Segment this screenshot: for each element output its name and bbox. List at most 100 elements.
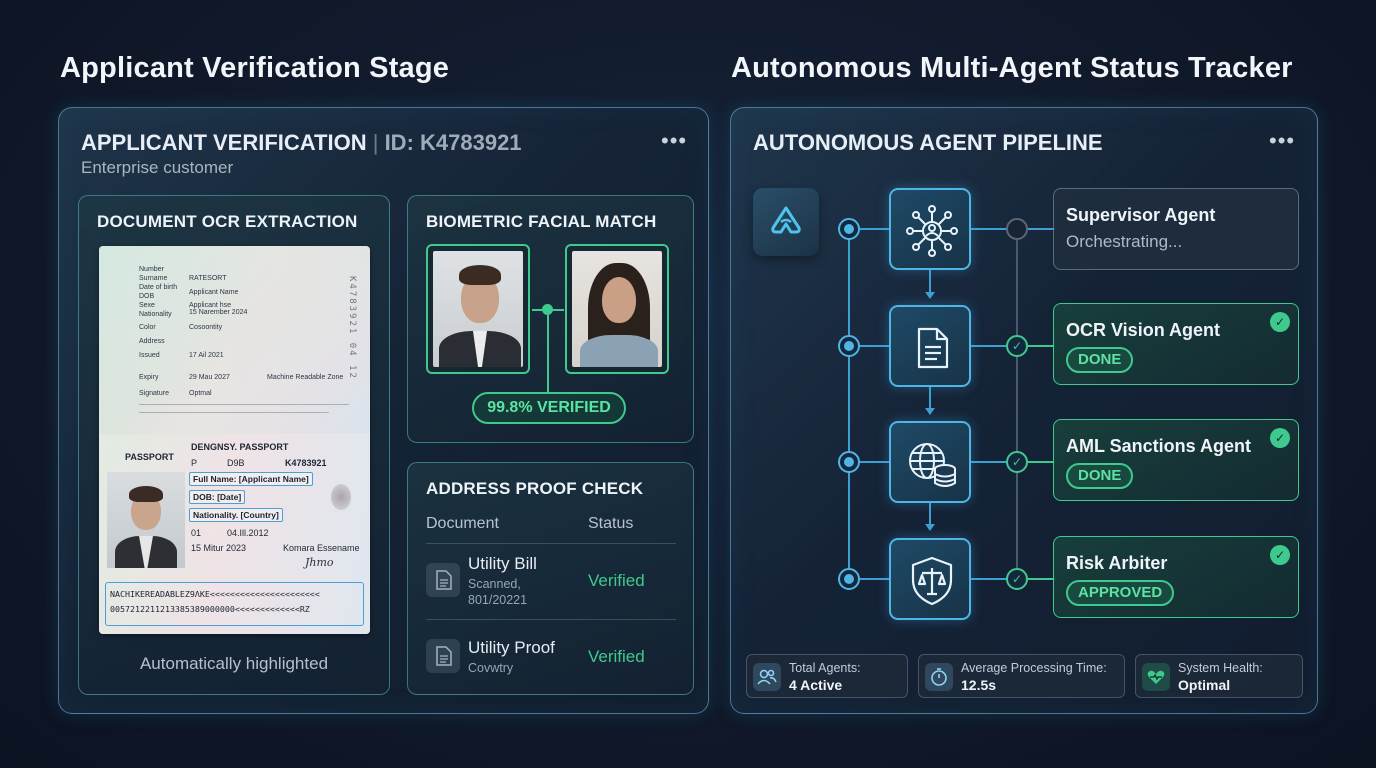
document-icon (426, 639, 460, 673)
network-user-icon (906, 205, 958, 257)
stat-processing-time: Average Processing Time: 12.5s (918, 654, 1125, 698)
portrait-face (602, 277, 636, 323)
passport-field-value: RATESORT (189, 275, 227, 282)
status-badge: APPROVED (1066, 580, 1175, 606)
passport-header: DENGNSY. PASSPORT (191, 442, 289, 452)
column-header-document: Document (426, 515, 499, 532)
stat-label: Total Agents: (789, 661, 861, 675)
ocr-caption: Automatically highlighted (139, 654, 329, 673)
divider (426, 619, 676, 620)
panel-subtitle: Enterprise customer (81, 158, 234, 177)
passport-field-label: Expiry (139, 374, 159, 381)
address-proof-card: ADDRESS PROOF CHECK Document Status Util… (407, 462, 694, 695)
agent-card-ocr-vision[interactable]: OCR Vision Agent DONE ✓ (1053, 303, 1299, 385)
passport-type-code: P (191, 458, 198, 468)
risk-arbiter-node[interactable] (889, 538, 971, 620)
passport-field-value: Applicant Name (189, 289, 239, 296)
highlight-nationality: Nationality. [Country] (189, 508, 283, 522)
passport-authority: Komara Essename (283, 543, 360, 553)
applicant-id: ID: K4783921 (384, 130, 522, 155)
stopwatch-icon (925, 663, 953, 691)
status-verified: Verified (588, 647, 645, 666)
health-heart-icon (1142, 663, 1170, 691)
column-header-status: Status (588, 515, 634, 532)
stat-system-health: System Health: Optimal (1135, 654, 1303, 698)
passport-text-line (139, 404, 349, 405)
users-icon (753, 663, 781, 691)
document-icon (426, 563, 460, 597)
passport-field-value: 17 Ail 2021 (189, 352, 224, 359)
passport-field-value: 15 Narember 2024 (189, 309, 248, 316)
document-name: Utility Proof (468, 638, 555, 657)
passport-text-line (139, 412, 329, 413)
passport-field-01: 01 (191, 528, 202, 538)
portrait-hair (129, 486, 163, 502)
check-circle-icon: ✓ (1270, 545, 1290, 565)
ghost-image (331, 484, 351, 510)
card-title: BIOMETRIC FACIAL MATCH (426, 212, 657, 231)
passport-field-value: Machine Readable Zone (267, 374, 344, 381)
check-icon: ✓ (1006, 568, 1028, 590)
agent-pipeline-panel: AUTONOMOUS AGENT PIPELINE ••• ✓ ✓ ✓ Supe… (730, 107, 1318, 714)
passport-field-label: DOB (139, 293, 155, 300)
match-connector (547, 315, 549, 393)
passport-field-label: Date of birth (139, 284, 178, 291)
biometric-facial-match-card: BIOMETRIC FACIAL MATCH 99.8% VERIFIED (407, 195, 694, 443)
pipeline-node-dot (838, 218, 860, 240)
stat-value: 12.5s (961, 677, 997, 693)
mrz-zone: NACHIKEREADABLEZ9ΛKE<<<<<<<<<<<<<<<<<<<<… (105, 582, 364, 626)
aml-sanctions-agent-node[interactable] (889, 421, 971, 503)
agent-card-supervisor[interactable]: Supervisor Agent Orchestrating... (1053, 188, 1299, 270)
panel-title: APPLICANT VERIFICATION (81, 130, 367, 155)
passport-type-label: PASSPORT (125, 452, 174, 462)
document-icon (917, 327, 949, 369)
check-circle-icon: ✓ (1270, 312, 1290, 332)
pipeline-node-dot (838, 568, 860, 590)
document-meta: 801/20221 (468, 593, 528, 607)
check-circle-icon: ✓ (1270, 428, 1290, 448)
status-verified: Verified (588, 571, 645, 590)
portrait-hair (459, 265, 501, 285)
right-stage-title: Autonomous Multi-Agent Status Tracker (731, 52, 1293, 84)
passport-image: Number Surname RATESORT Date of birth DO… (99, 246, 370, 634)
passport-photo (107, 472, 185, 568)
portrait-body (580, 335, 658, 367)
document-meta: Covwtry (468, 661, 514, 675)
passport-expiry-date: 15 Mitur 2023 (191, 543, 247, 553)
highlight-dob: DOB: [Date] (189, 490, 246, 504)
passport-field-value: Applicant hse (189, 302, 232, 309)
stat-value: Optimal (1178, 677, 1231, 693)
agent-name: AML Sanctions Agent (1066, 436, 1252, 456)
document-meta: Scanned, (468, 577, 521, 591)
passport-field-label: Surname (139, 275, 168, 282)
passport-field-value: Optmal (189, 390, 212, 397)
passport-dob-code: D9B (227, 458, 245, 468)
document-name: Utility Bill (468, 554, 537, 573)
passport-field-value: Cosoontity (189, 324, 223, 331)
stat-total-agents: Total Agents: 4 Active (746, 654, 908, 698)
agent-status: Orchestrating... (1066, 232, 1183, 251)
pipeline-node-dot (838, 451, 860, 473)
ocr-vision-agent-node[interactable] (889, 305, 971, 387)
passport-field-label: Address (139, 338, 165, 345)
agent-card-risk-arbiter[interactable]: Risk Arbiter APPROVED ✓ (1053, 536, 1299, 618)
agent-card-aml-sanctions[interactable]: AML Sanctions Agent DONE ✓ (1053, 419, 1299, 501)
passport-field-label: Issued (139, 352, 160, 359)
passport-field-value: 29 Mau 2027 (189, 374, 230, 381)
agent-name: Risk Arbiter (1066, 553, 1168, 573)
passport-field-label: Signature (139, 390, 169, 397)
supervisor-agent-node[interactable] (889, 188, 971, 270)
left-stage-title: Applicant Verification Stage (60, 52, 450, 84)
title-divider: | (372, 130, 379, 155)
mrz-line-1: NACHIKEREADABLEZ9ΛKE<<<<<<<<<<<<<<<<<<<<… (110, 589, 320, 599)
live-photo (565, 244, 669, 374)
panel-header: APPLICANT VERIFICATION | ID: K4783921 (81, 130, 522, 156)
card-title: DOCUMENT OCR EXTRACTION (97, 212, 358, 231)
stat-value: 4 Active (789, 677, 843, 693)
divider (426, 543, 676, 544)
document-ocr-card: DOCUMENT OCR EXTRACTION Number Surname R… (78, 195, 390, 695)
check-icon: ✓ (1006, 335, 1028, 357)
signature: Jhmo (305, 556, 334, 569)
more-options-icon[interactable]: ••• (661, 130, 687, 152)
check-icon: ✓ (1006, 451, 1028, 473)
